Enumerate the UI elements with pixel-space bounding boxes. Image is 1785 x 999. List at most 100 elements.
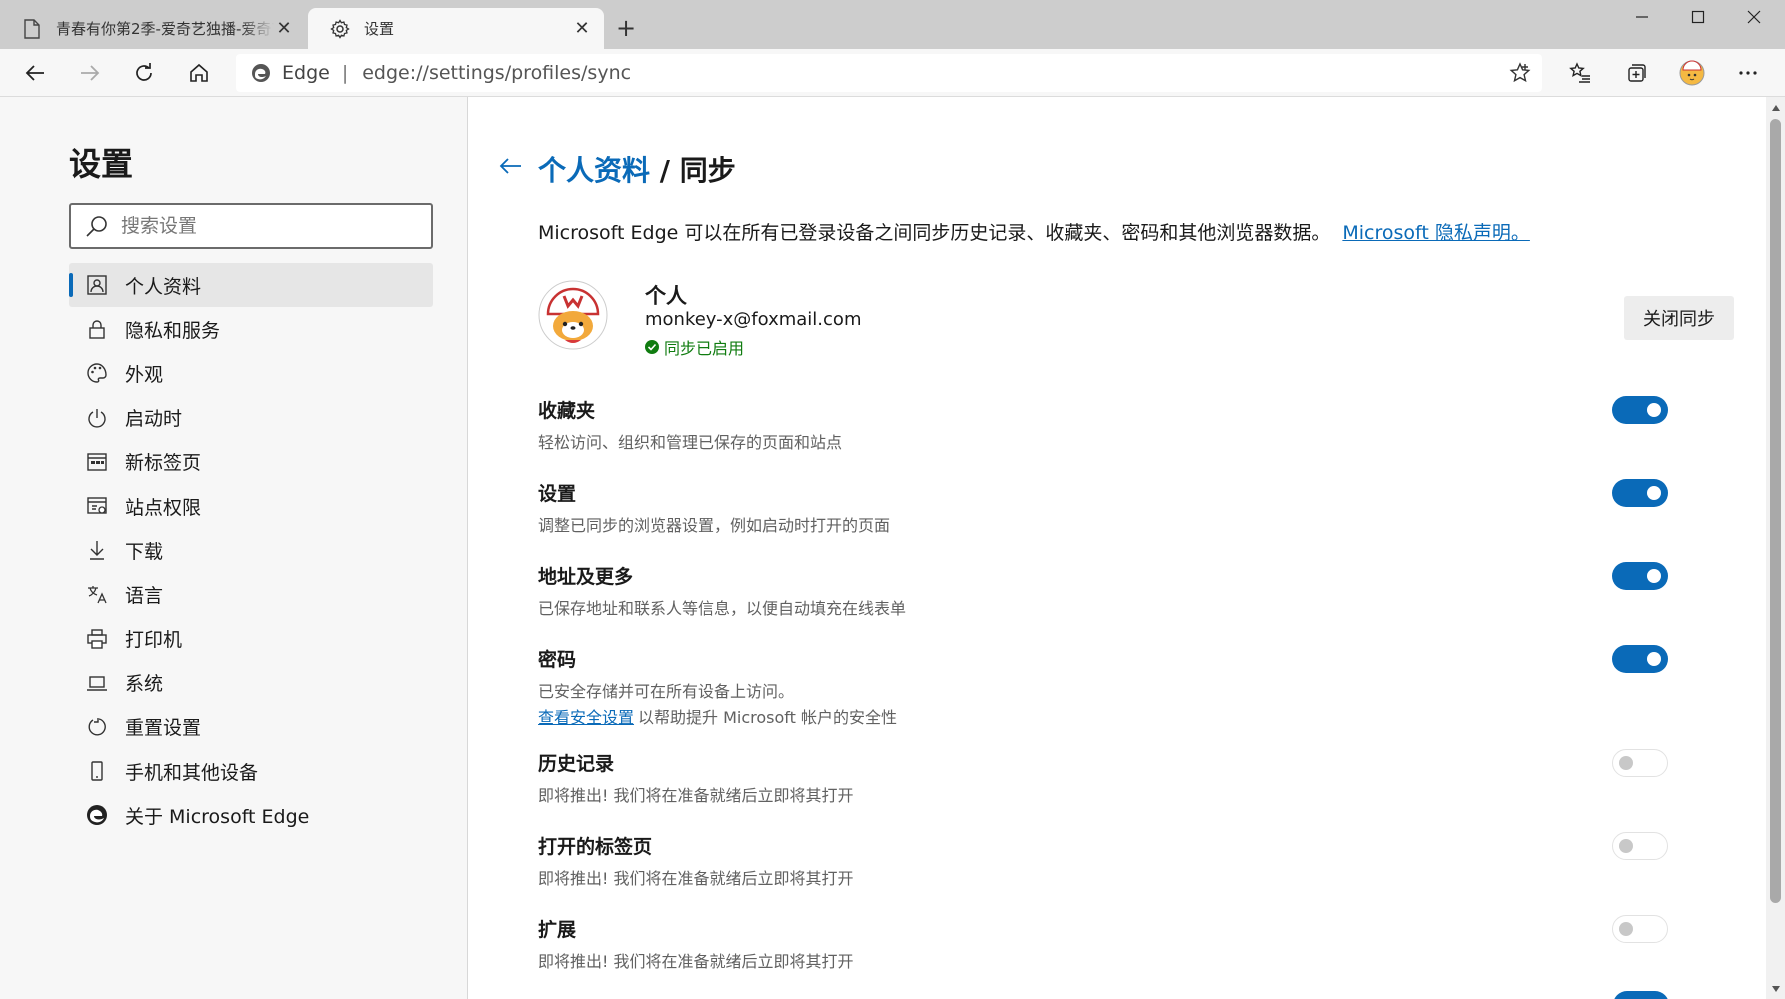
sync-item-title: 地址及更多: [538, 566, 634, 588]
sidebar-item-startup[interactable]: 启动时: [69, 396, 433, 440]
description-text: Microsoft Edge 可以在所有已登录设备之间同步历史记录、收藏夹、密码…: [538, 222, 1331, 244]
sidebar-item-label: 新标签页: [125, 452, 202, 475]
sidebar-item-printers[interactable]: 打印机: [69, 617, 433, 661]
tab-settings[interactable]: 设置 ✕: [308, 8, 604, 49]
avatar: [538, 280, 608, 350]
sync-item-settings: 设置 调整已同步的浏览器设置，例如启动时打开的页面: [538, 479, 1668, 536]
sync-item-title: 打开的标签页: [538, 836, 653, 858]
sidebar-item-about[interactable]: 关于 Microsoft Edge: [69, 793, 433, 837]
sync-item-history: 历史记录 即将推出! 我们将在准备就绪后立即将其打开: [538, 749, 1668, 806]
reset-icon: [85, 715, 109, 739]
sidebar-item-privacy[interactable]: 隐私和服务: [69, 307, 433, 351]
sidebar-item-label: 个人资料: [125, 275, 202, 298]
passwords-toggle[interactable]: [1612, 645, 1668, 673]
sync-item-title: 扩展: [538, 919, 577, 941]
sync-item-title: 历史记录: [538, 753, 615, 775]
sidebar-item-languages[interactable]: 语言: [69, 572, 433, 616]
site-label: Edge: [282, 62, 330, 84]
sync-status: 同步已启用: [645, 335, 744, 359]
search-box[interactable]: [69, 203, 433, 249]
new-tab-button[interactable]: +: [612, 14, 640, 42]
address-separator: |: [341, 62, 349, 84]
edge-logo-icon: [252, 64, 270, 82]
security-settings-line: 查看安全设置 以帮助提升 Microsoft 帐户的安全性: [538, 704, 1668, 728]
scroll-up-icon[interactable]: [1769, 101, 1782, 114]
close-icon[interactable]: ✕: [572, 18, 592, 39]
profile-avatar-button[interactable]: [1674, 55, 1710, 91]
view-security-settings-link[interactable]: 查看安全设置: [538, 708, 634, 727]
sync-item-desc: 已保存地址和联系人等信息，以便自动填充在线表单: [538, 599, 907, 618]
sidebar-item-reset[interactable]: 重置设置: [69, 705, 433, 749]
sync-item-desc: 调整已同步的浏览器设置，例如启动时打开的页面: [538, 516, 891, 535]
sidebar-item-label: 站点权限: [125, 496, 202, 519]
sync-item-favorites: 收藏夹 轻松访问、组织和管理已保存的页面和站点: [538, 396, 1668, 453]
sidebar-item-phone[interactable]: 手机和其他设备: [69, 749, 433, 793]
back-arrow-icon[interactable]: [495, 151, 525, 181]
favorites-toggle[interactable]: [1612, 396, 1668, 424]
sidebar-item-downloads[interactable]: 下载: [69, 528, 433, 572]
turn-off-sync-button[interactable]: 关闭同步: [1624, 296, 1734, 340]
page-icon: [22, 18, 42, 39]
sidebar-item-appearance[interactable]: 外观: [69, 351, 433, 395]
scrollbar-thumb[interactable]: [1770, 119, 1781, 903]
favorites-button[interactable]: [1562, 55, 1598, 91]
phone-icon: [85, 759, 109, 783]
back-button[interactable]: [17, 55, 53, 91]
sidebar-item-system[interactable]: 系统: [69, 661, 433, 705]
download-icon: [85, 538, 109, 562]
extensions-toggle[interactable]: [1612, 915, 1668, 943]
security-settings-suffix: 以帮助提升 Microsoft 帐户的安全性: [638, 708, 898, 727]
sidebar-item-profiles[interactable]: 个人资料: [69, 263, 433, 308]
profile-card: 个人 monkey-x@foxmail.com 同步已启用 关闭同步: [538, 280, 1734, 380]
gear-icon: [330, 18, 350, 39]
settings-sidebar: 设置 个人资料 隐私和服务 外观 启动时 新标签页 站点权限: [0, 97, 468, 999]
sidebar-item-label: 下载: [125, 540, 164, 563]
addresses-toggle[interactable]: [1612, 562, 1668, 590]
printer-icon: [85, 627, 109, 651]
sidebar-item-label: 重置设置: [125, 717, 202, 740]
sidebar-item-label: 关于 Microsoft Edge: [125, 805, 310, 828]
sidebar-title: 设置: [69, 145, 134, 183]
privacy-statement-link[interactable]: Microsoft 隐私声明。: [1342, 222, 1530, 244]
more-options-button[interactable]: [1730, 55, 1766, 91]
sidebar-item-site-permissions[interactable]: 站点权限: [69, 484, 433, 528]
sync-item-open-tabs: 打开的标签页 即将推出! 我们将在准备就绪后立即将其打开: [538, 832, 1668, 889]
home-button[interactable]: [181, 55, 217, 91]
maximize-button[interactable]: [1670, 0, 1726, 34]
sync-item-desc: 即将推出! 我们将在准备就绪后立即将其打开: [538, 786, 854, 805]
open-tabs-toggle[interactable]: [1612, 832, 1668, 860]
refresh-button[interactable]: [126, 55, 162, 91]
browser-toolbar: Edge | edge://settings/profiles/sync: [0, 49, 1785, 97]
sidebar-nav: 个人资料 隐私和服务 外观 启动时 新标签页 站点权限 下载 语言 打印机 系统…: [69, 263, 433, 837]
breadcrumb-profiles-link[interactable]: 个人资料: [538, 154, 650, 187]
breadcrumb: 个人资料 / 同步: [538, 149, 736, 189]
collections-button[interactable]: [1618, 55, 1654, 91]
search-icon: [86, 216, 107, 237]
history-toggle[interactable]: [1612, 749, 1668, 777]
sync-item-extensions: 扩展 即将推出! 我们将在准备就绪后立即将其打开: [538, 915, 1668, 972]
sync-item-title: 密码: [538, 649, 577, 671]
favorite-star-icon[interactable]: [1502, 55, 1538, 91]
close-icon[interactable]: ✕: [274, 18, 294, 39]
address-bar[interactable]: Edge | edge://settings/profiles/sync: [236, 54, 1542, 92]
sync-status-text: 同步已启用: [664, 339, 745, 358]
url-text[interactable]: edge://settings/profiles/sync: [362, 62, 1502, 84]
check-circle-icon: [645, 340, 659, 354]
sidebar-item-new-tab[interactable]: 新标签页: [69, 440, 433, 484]
sync-description: Microsoft Edge 可以在所有已登录设备之间同步历史记录、收藏夹、密码…: [538, 218, 1530, 245]
sync-item-title: 收藏夹: [538, 400, 596, 422]
window-close-button[interactable]: [1726, 0, 1782, 34]
forward-button[interactable]: [72, 55, 108, 91]
sidebar-item-label: 打印机: [125, 629, 183, 652]
next-item-toggle[interactable]: [1613, 991, 1669, 999]
new-tab-icon: [85, 450, 109, 474]
sidebar-item-label: 隐私和服务: [125, 319, 221, 342]
power-icon: [85, 406, 109, 430]
scroll-down-icon[interactable]: [1769, 982, 1782, 995]
minimize-button[interactable]: [1614, 0, 1670, 34]
tab-iqiyi[interactable]: 青春有你第2季-爱奇艺独播-爱奇艺 ✕: [0, 8, 306, 49]
settings-toggle[interactable]: [1612, 479, 1668, 507]
search-input[interactable]: [121, 215, 401, 237]
sync-item-passwords: 密码 已安全存储并可在所有设备上访问。 查看安全设置 以帮助提升 Microsof…: [538, 645, 1668, 728]
vertical-scrollbar[interactable]: [1766, 97, 1785, 999]
